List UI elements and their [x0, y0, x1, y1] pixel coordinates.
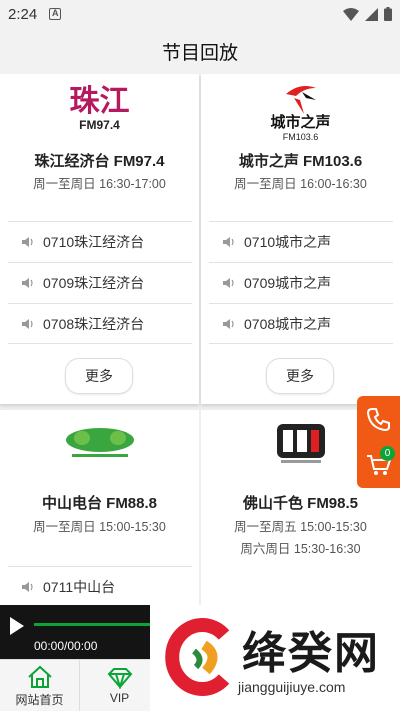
nav-home[interactable]: 网站首页: [0, 660, 80, 711]
status-bar: 2:24 A: [0, 0, 400, 28]
battery-icon: [384, 7, 392, 21]
station-name: 佛山千色 FM98.5: [242, 495, 359, 512]
zhongshan-logo-icon: [66, 428, 134, 457]
watermark-logo-icon: [165, 618, 230, 696]
speaker-icon: [22, 581, 33, 592]
episode-label: 0710城市之声: [244, 234, 332, 250]
station-card-chengshi[interactable]: 城市之声 FM103.6 城市之声 FM103.6 周一至周日 16:00-16…: [201, 74, 400, 404]
cart-count-badge: 0: [380, 446, 395, 461]
station-logo-text: 珠江: [69, 84, 130, 119]
station-name: 中山电台 FM88.8: [41, 495, 158, 512]
station-card-zhujiang[interactable]: 珠江 FM97.4 珠江经济台 FM97.4 周一至周日 16:30-17:00…: [0, 74, 199, 404]
nav-home-label: 网站首页: [15, 692, 64, 707]
episode-list: 0710城市之声 0709城市之声 0708城市之声: [209, 221, 393, 344]
station-schedule: 周一至周日 16:00-16:30: [234, 177, 367, 191]
station-logo: 珠江 FM97.4: [0, 84, 199, 133]
station-logo-sub: FM103.6: [282, 132, 319, 142]
speaker-icon: [22, 278, 33, 288]
episode-list: 0710珠江经济台 0709珠江经济台 0708珠江经济台: [8, 221, 192, 344]
city-voice-logo-icon: [285, 86, 316, 114]
speaker-icon: [223, 237, 234, 247]
nav-vip[interactable]: VIP: [80, 660, 160, 711]
speaker-icon: [223, 278, 234, 288]
episode-item[interactable]: 0709城市之声: [209, 262, 393, 303]
station-schedule-weekend: 周六周日 15:30-16:30: [240, 542, 361, 556]
app-header: 节目回放: [0, 28, 400, 74]
watermark: 绛癸网 jiangguijiuye.com: [150, 605, 400, 711]
speaker-icon: [223, 318, 234, 329]
episode-label: 0708珠江经济台: [43, 315, 145, 332]
station-name: 城市之声 FM103.6: [238, 153, 363, 170]
episode-label: 0709城市之声: [244, 275, 332, 291]
signal-icon: [365, 7, 378, 21]
speaker-icon: [22, 237, 33, 247]
more-button[interactable]: 更多: [266, 358, 334, 394]
watermark-url: jiangguijiuye.com: [238, 679, 346, 695]
speaker-icon: [22, 318, 33, 329]
station-logo-sub: FM97.4: [79, 118, 120, 132]
station-logo: 城市之声 FM103.6: [201, 80, 400, 143]
home-icon: [27, 665, 52, 688]
status-time: 2:24: [8, 5, 38, 23]
wifi-icon: [343, 7, 359, 21]
episode-item[interactable]: 0711中山台: [8, 566, 192, 605]
station-schedule: 周一至周日 15:00-15:30: [33, 520, 166, 534]
episode-item[interactable]: 0710珠江经济台: [8, 221, 192, 262]
phone-icon: [366, 408, 390, 432]
foshan-logo-icon: [277, 424, 325, 463]
station-grid: 珠江 FM97.4 珠江经济台 FM97.4 周一至周日 16:30-17:00…: [0, 74, 400, 605]
station-logo-text: 城市之声: [270, 114, 331, 131]
episode-item[interactable]: 0708城市之声: [209, 303, 393, 344]
episode-label: 0708城市之声: [244, 315, 332, 332]
station-schedule: 周一至周五 15:00-15:30: [234, 520, 367, 534]
page-title: 节目回放: [161, 42, 238, 64]
watermark-text: 绛癸网: [242, 629, 380, 678]
station-schedule: 周一至周日 16:30-17:00: [33, 177, 166, 191]
episode-item[interactable]: 0708珠江经济台: [8, 303, 192, 344]
notification-icon: A: [49, 8, 62, 20]
episode-list: 0711中山台: [8, 566, 192, 605]
phone-button[interactable]: [357, 396, 400, 442]
episode-label: 0711中山台: [43, 578, 116, 595]
episode-item[interactable]: 0710城市之声: [209, 221, 393, 262]
play-icon[interactable]: [8, 615, 26, 637]
more-button[interactable]: 更多: [65, 358, 133, 394]
player-time: 00:00/00:00: [34, 639, 98, 653]
cart-button[interactable]: 0: [357, 442, 400, 488]
episode-label: 0709珠江经济台: [43, 275, 145, 291]
episode-label: 0710珠江经济台: [43, 234, 145, 250]
nav-vip-label: VIP: [109, 691, 130, 705]
diamond-icon: [107, 668, 132, 689]
episode-item[interactable]: 0709珠江经济台: [8, 262, 192, 303]
station-card-zhongshan[interactable]: 中山电台 FM88.8 周一至周日 15:00-15:30 0711中山台: [0, 410, 199, 605]
station-name: 珠江经济台 FM97.4: [34, 153, 165, 170]
progress-bar[interactable]: [34, 623, 156, 626]
